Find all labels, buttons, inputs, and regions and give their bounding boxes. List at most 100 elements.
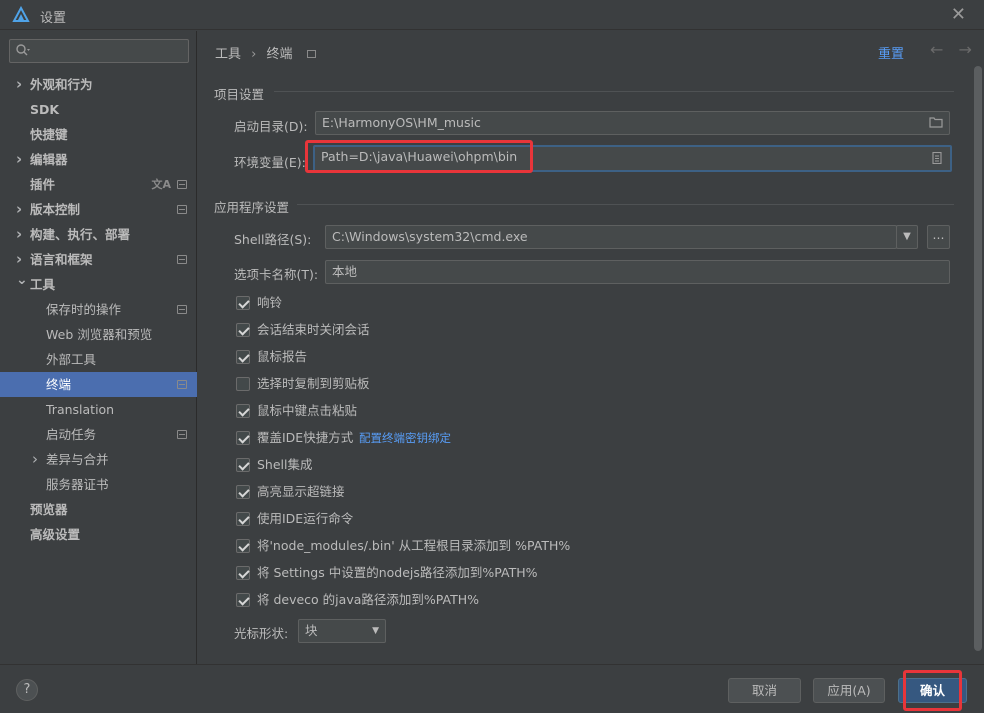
- configure-keybindings-link[interactable]: 配置终端密钥绑定: [359, 429, 451, 447]
- sidebar-item[interactable]: 插件 文A: [0, 172, 197, 197]
- checkbox[interactable]: [236, 593, 250, 607]
- chevron-right-icon[interactable]: ›: [16, 72, 22, 97]
- sidebar-item[interactable]: › 外观和行为: [0, 72, 197, 97]
- close-icon[interactable]: ✕: [951, 4, 966, 25]
- checkbox[interactable]: [236, 377, 250, 391]
- chevron-down-icon[interactable]: ⌄: [16, 268, 28, 293]
- sidebar-item[interactable]: 预览器: [0, 497, 197, 522]
- chevron-down-icon: ▼: [372, 626, 379, 636]
- search-icon: [16, 44, 30, 56]
- sidebar-item-label: 终端: [46, 377, 72, 392]
- sidebar-item-label: 编辑器: [30, 152, 68, 167]
- help-button[interactable]: ?: [16, 679, 38, 701]
- sidebar-item-label: 快捷键: [30, 127, 68, 142]
- checkbox-label: 覆盖IDE快捷方式: [257, 430, 354, 445]
- search-input[interactable]: [9, 39, 189, 63]
- edit-env-icon[interactable]: [930, 152, 944, 164]
- checkbox[interactable]: [236, 431, 250, 445]
- terminal-settings-panel: 工具 › 终端 重置 ← → 项目设置 启动目录(D): E:\HarmonyO…: [198, 31, 984, 664]
- checkbox[interactable]: [236, 350, 250, 364]
- browse-button[interactable]: ...: [927, 225, 950, 249]
- sidebar-item[interactable]: › 编辑器: [0, 147, 197, 172]
- ok-button[interactable]: 确认: [898, 678, 967, 703]
- shell-dropdown-arrow-icon[interactable]: ▼: [896, 225, 918, 249]
- checkbox[interactable]: [236, 539, 250, 553]
- checkbox[interactable]: [236, 404, 250, 418]
- sidebar-item-label: 启动任务: [46, 427, 97, 442]
- checkbox-label: 使用IDE运行命令: [257, 511, 354, 526]
- breadcrumb-parent[interactable]: 工具: [215, 47, 241, 62]
- history-navigation: ← →: [920, 40, 972, 59]
- sidebar-item[interactable]: SDK: [0, 97, 197, 122]
- checkbox-label: Shell集成: [257, 457, 313, 472]
- sidebar-item-label: 保存时的操作: [46, 302, 122, 317]
- sidebar-item[interactable]: Web 浏览器和预览: [0, 322, 197, 347]
- checkbox-label: 鼠标中键点击粘贴: [257, 403, 358, 418]
- start-dir-field[interactable]: E:\HarmonyOS\HM_music: [315, 111, 950, 135]
- sidebar-item[interactable]: 启动任务: [0, 422, 197, 447]
- shell-path-field[interactable]: C:\Windows\system32\cmd.exe: [325, 225, 897, 249]
- apply-button[interactable]: 应用(A): [813, 678, 885, 703]
- checkbox[interactable]: [236, 485, 250, 499]
- env-vars-field[interactable]: Path=D:\java\Huawei\ohpm\bin: [313, 145, 952, 172]
- sidebar-item-label: SDK: [30, 102, 60, 117]
- checkbox[interactable]: [236, 566, 250, 580]
- sidebar-item[interactable]: 高级设置: [0, 522, 197, 547]
- start-dir-value: E:\HarmonyOS\HM_music: [322, 115, 481, 130]
- sidebar-item[interactable]: › 差异与合并: [0, 447, 197, 472]
- checkbox-label: 鼠标报告: [257, 349, 308, 364]
- checkbox-label: 将 Settings 中设置的nodejs路径添加到%PATH%: [257, 565, 538, 580]
- dialog-footer: ? 取消 应用(A) 确认: [0, 664, 984, 713]
- cancel-button[interactable]: 取消: [728, 678, 801, 703]
- checkbox[interactable]: [236, 296, 250, 310]
- breadcrumb: 工具 › 终端: [215, 43, 322, 62]
- checkbox[interactable]: [236, 512, 250, 526]
- project-scope-icon: [177, 430, 187, 439]
- sidebar-item[interactable]: 服务器证书: [0, 472, 197, 497]
- chevron-right-icon[interactable]: ›: [16, 197, 22, 222]
- reset-link[interactable]: 重置: [878, 43, 904, 62]
- project-scope-icon: [177, 380, 187, 389]
- sidebar-item[interactable]: › 语言和框架: [0, 247, 197, 272]
- back-arrow-icon[interactable]: ←: [930, 40, 943, 59]
- sidebar-item-label: 插件: [30, 177, 56, 192]
- settings-sidebar: › 外观和行为 SDK 快捷键 › 编辑器插件 文A › 版本控制 › 构建、执行、部署 › 语言和框架…: [0, 31, 197, 664]
- forward-arrow-icon[interactable]: →: [959, 40, 972, 59]
- sidebar-item-label: 预览器: [30, 502, 68, 517]
- sidebar-item[interactable]: › 构建、执行、部署: [0, 222, 197, 247]
- checkbox-label: 将'node_modules/.bin' 从工程根目录添加到 %PATH%: [257, 538, 571, 553]
- breadcrumb-separator: ›: [251, 47, 257, 62]
- shell-path-label: Shell路径(S):: [234, 232, 312, 247]
- chevron-right-icon[interactable]: ›: [32, 447, 38, 472]
- sidebar-item-label: Translation: [46, 402, 115, 417]
- checkbox[interactable]: [236, 323, 250, 337]
- sidebar-item[interactable]: 保存时的操作: [0, 297, 197, 322]
- cursor-shape-select[interactable]: 块 ▼: [298, 619, 386, 643]
- sidebar-item[interactable]: › 版本控制: [0, 197, 197, 222]
- sidebar-item-label: 服务器证书: [46, 477, 109, 492]
- sidebar-item[interactable]: ⌄ 工具: [0, 272, 197, 297]
- folder-icon[interactable]: [929, 116, 943, 128]
- cursor-shape-label: 光标形状:: [234, 626, 289, 641]
- checkbox[interactable]: [236, 458, 250, 472]
- section-divider: [297, 204, 954, 205]
- sidebar-item[interactable]: 外部工具: [0, 347, 197, 372]
- sidebar-item[interactable]: 快捷键: [0, 122, 197, 147]
- sidebar-item[interactable]: 终端: [0, 372, 197, 397]
- sidebar-item-label: 外部工具: [46, 352, 97, 367]
- chevron-right-icon[interactable]: ›: [16, 222, 22, 247]
- tab-name-field[interactable]: 本地: [325, 260, 950, 284]
- title-bar: 设置 ✕: [0, 0, 984, 30]
- project-scope-icon: [177, 255, 187, 264]
- scrollbar-thumb[interactable]: [974, 66, 982, 651]
- section-divider: [274, 91, 954, 92]
- sidebar-item-label: Web 浏览器和预览: [46, 327, 153, 342]
- sidebar-item-label: 版本控制: [30, 202, 81, 217]
- chevron-right-icon[interactable]: ›: [16, 147, 22, 172]
- shell-path-value: C:\Windows\system32\cmd.exe: [332, 229, 528, 244]
- sidebar-item[interactable]: Translation: [0, 397, 197, 422]
- translate-icon: 文A: [151, 178, 171, 191]
- vertical-scrollbar[interactable]: [974, 66, 982, 651]
- sidebar-item-label: 高级设置: [30, 527, 81, 542]
- checkbox-label: 会话结束时关闭会话: [257, 322, 370, 337]
